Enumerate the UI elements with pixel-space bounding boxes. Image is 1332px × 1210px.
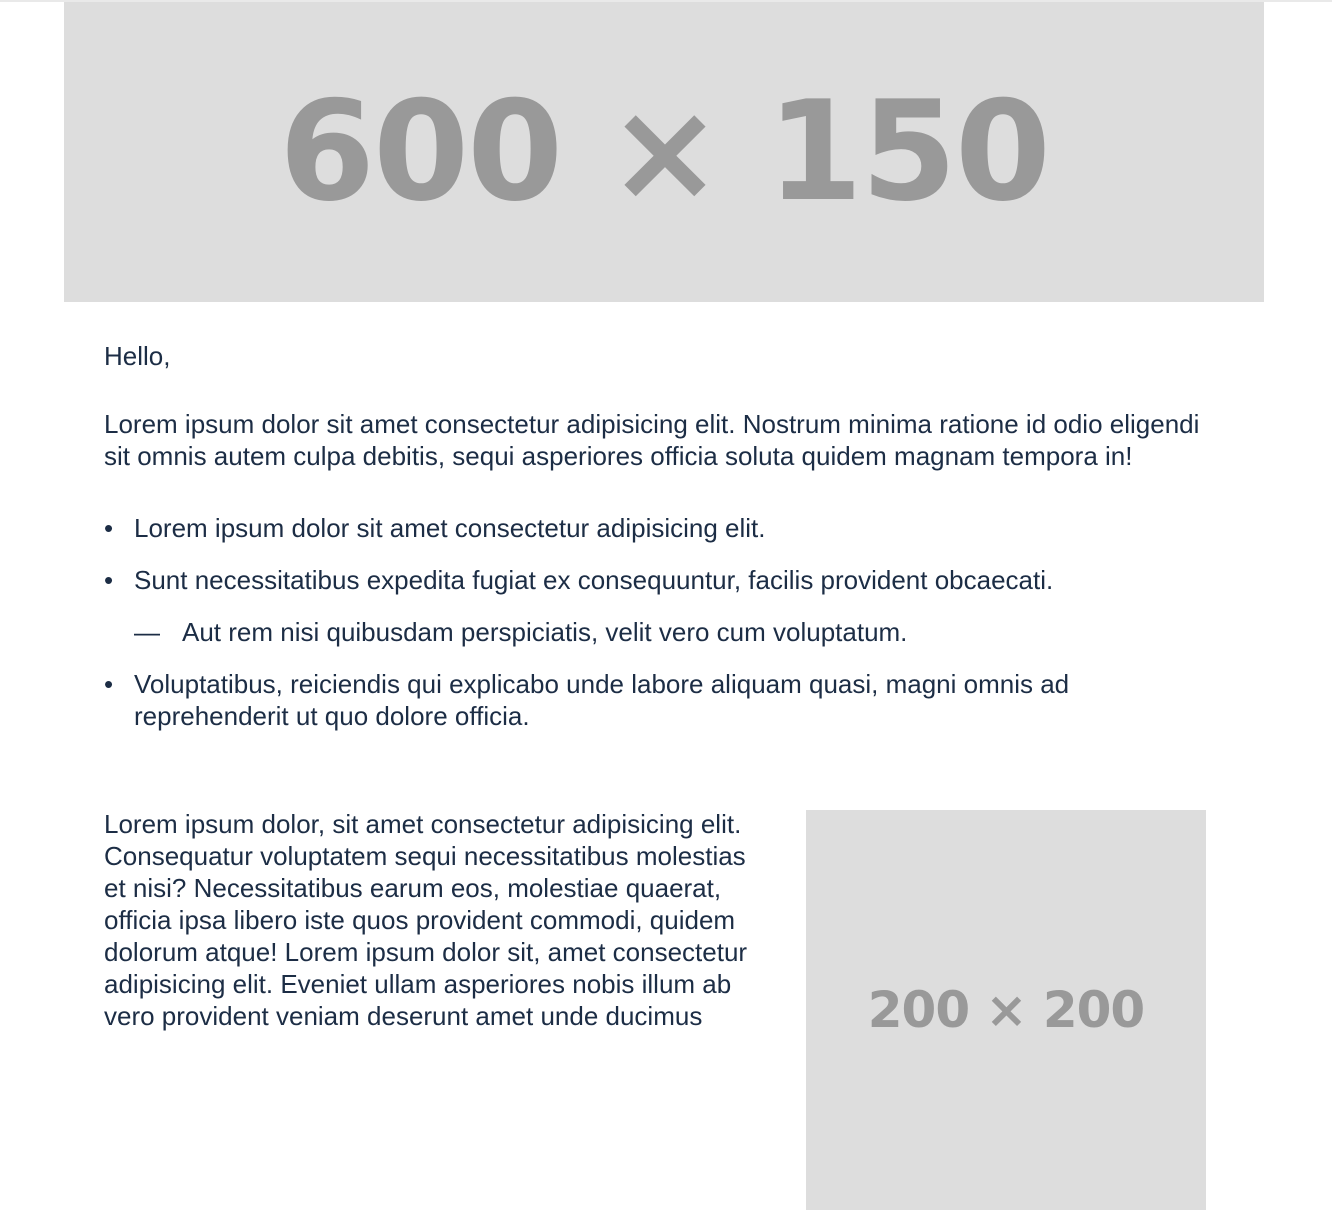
hero-placeholder-label: 600 × 150: [279, 71, 1051, 232]
list-item: Lorem ipsum dolor sit amet consectetur a…: [104, 512, 1204, 544]
bullet-list: Lorem ipsum dolor sit amet consectetur a…: [104, 512, 1204, 732]
list-item: Voluptatibus, reiciendis qui explicabo u…: [104, 668, 1204, 732]
split-paragraph: Lorem ipsum dolor, sit amet consectetur …: [104, 809, 748, 1031]
intro-paragraph: Lorem ipsum dolor sit amet consectetur a…: [104, 409, 1200, 471]
list-item: Sunt necessitatibus expedita fugiat ex c…: [104, 564, 1204, 648]
sub-list: Aut rem nisi quibusdam perspiciatis, vel…: [134, 616, 1204, 648]
thumb-placeholder-image: 200 × 200: [806, 810, 1206, 1210]
greeting: Hello,: [104, 341, 171, 371]
list-item-text: Sunt necessitatibus expedita fugiat ex c…: [134, 565, 1054, 595]
list-item-text: Voluptatibus, reiciendis qui explicabo u…: [134, 669, 1070, 731]
sub-list-item-text: Aut rem nisi quibusdam perspiciatis, vel…: [182, 617, 908, 647]
list-item-text: Lorem ipsum dolor sit amet consectetur a…: [134, 513, 766, 543]
thumb-placeholder-label: 200 × 200: [867, 981, 1145, 1039]
email-body: Hello, Lorem ipsum dolor sit amet consec…: [104, 336, 1204, 752]
hero-placeholder-image: 600 × 150: [64, 2, 1264, 302]
sub-list-item: Aut rem nisi quibusdam perspiciatis, vel…: [134, 616, 1204, 648]
